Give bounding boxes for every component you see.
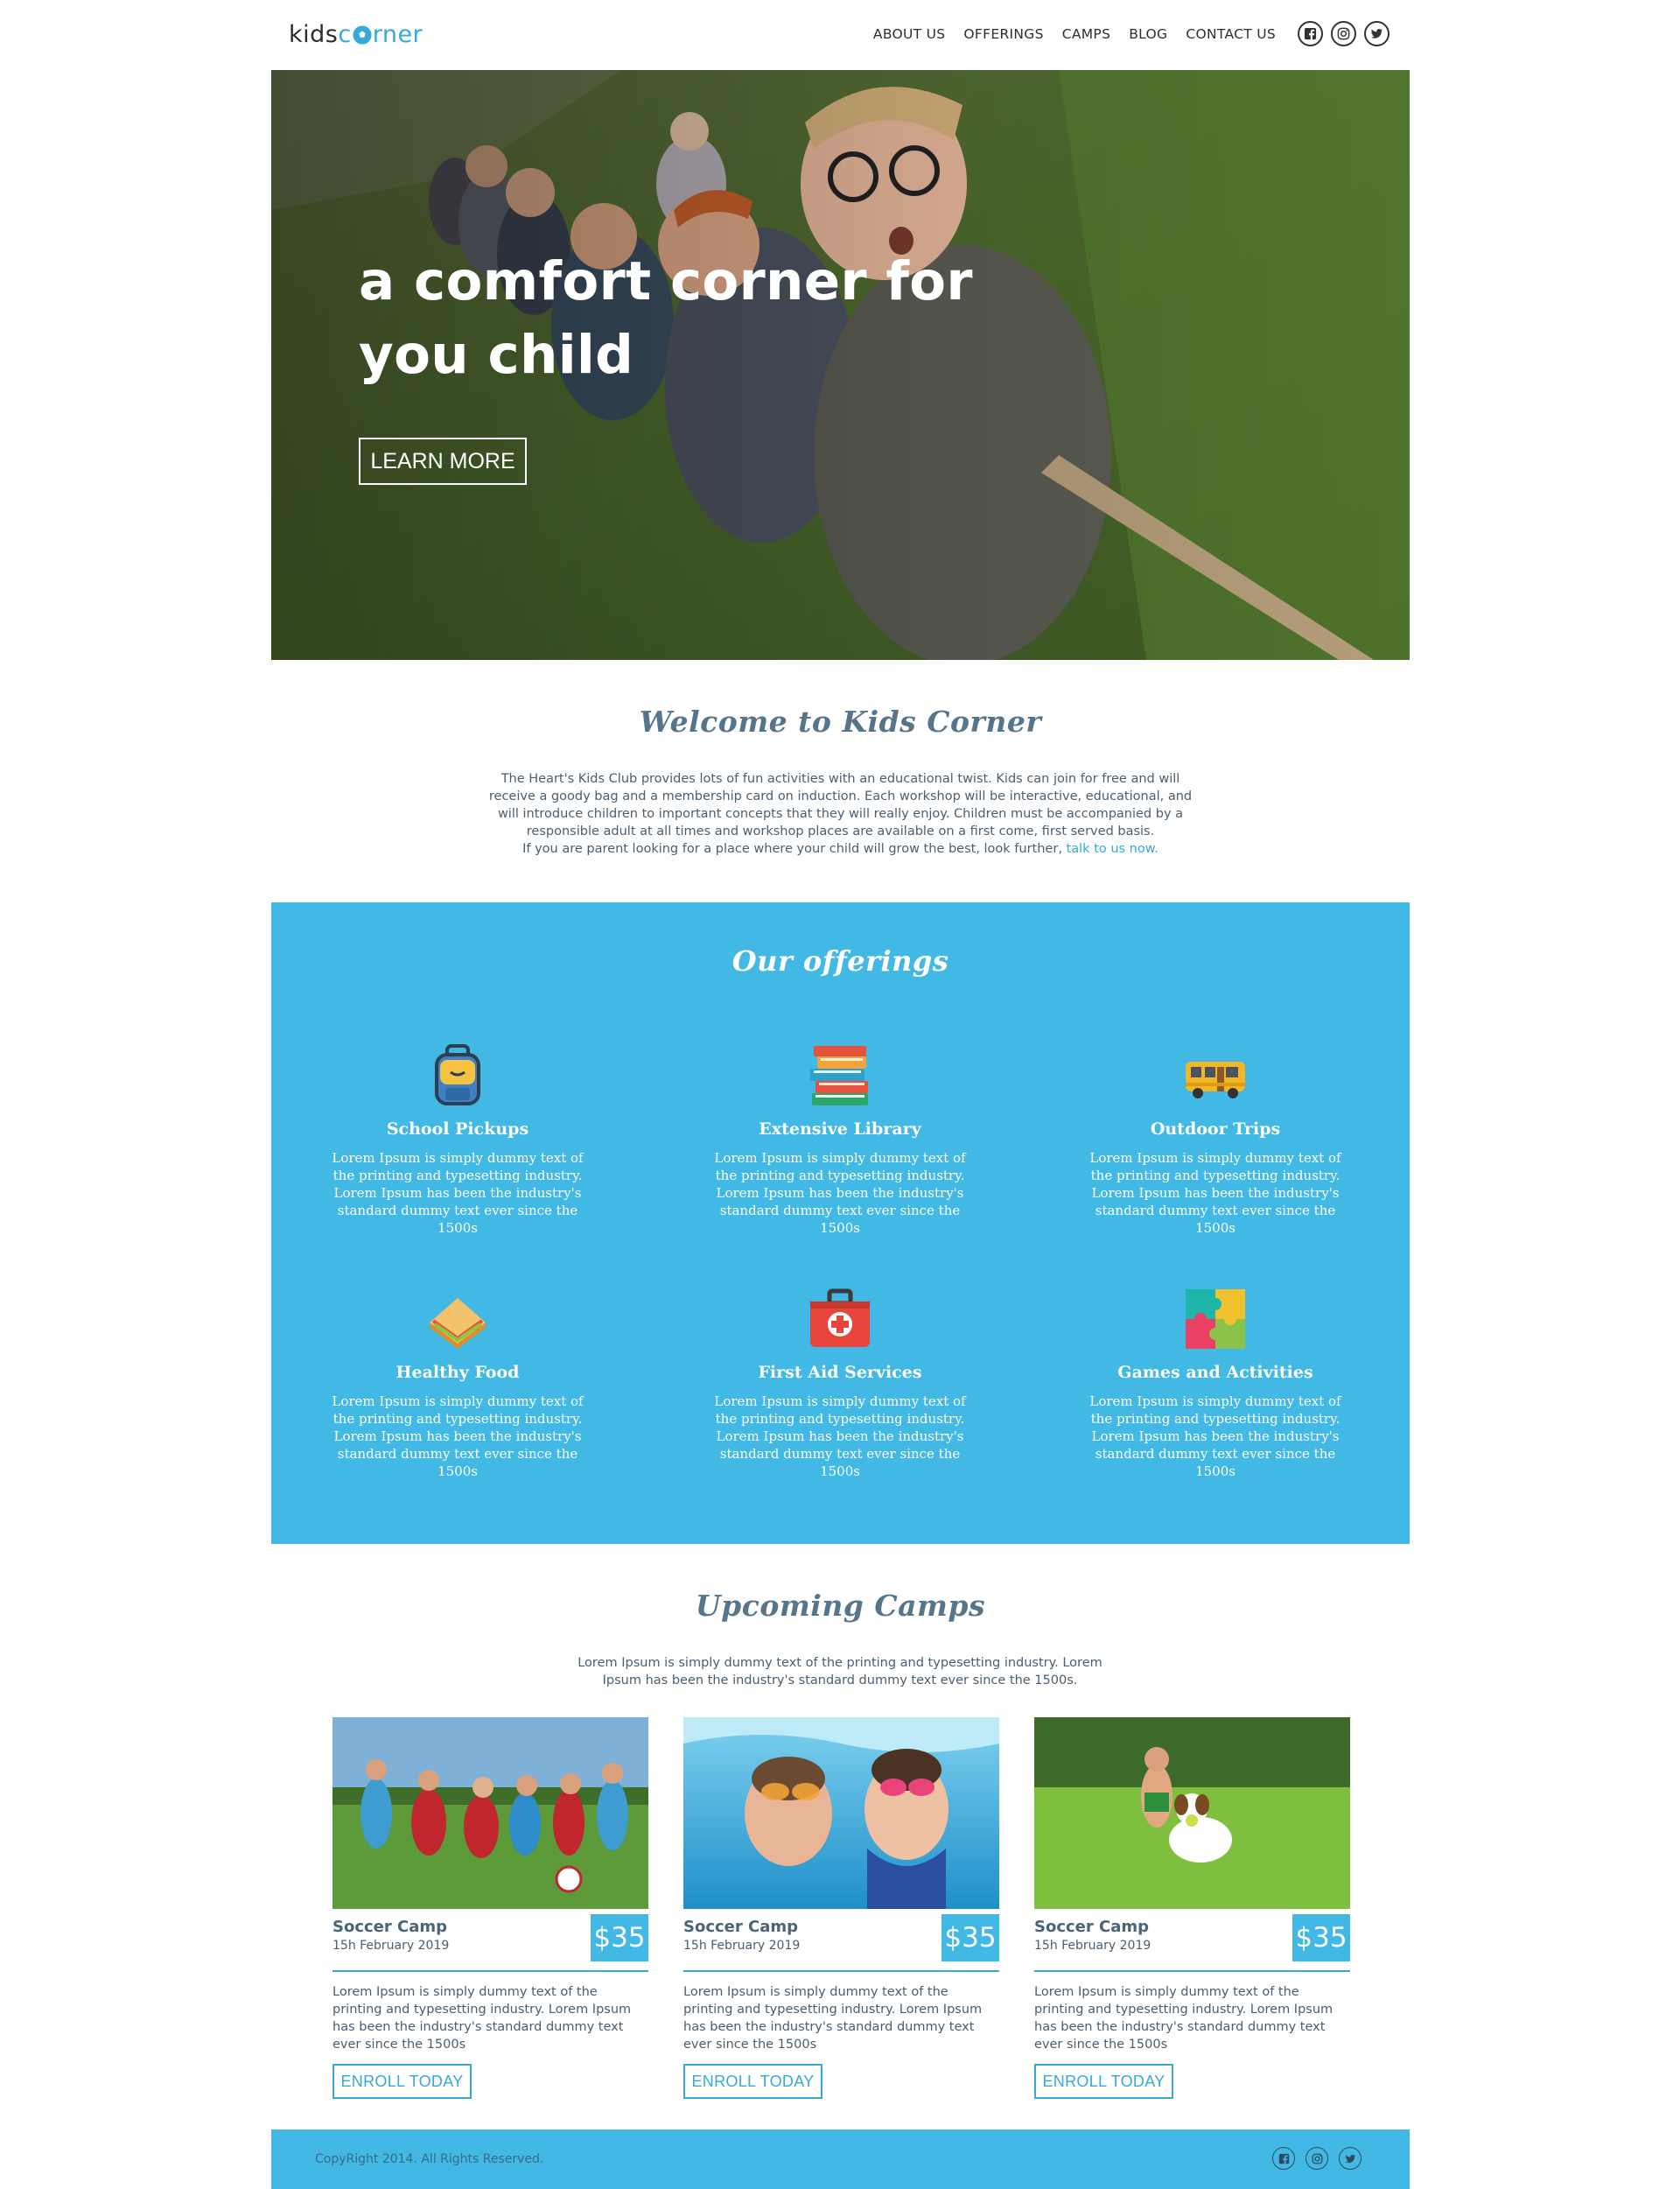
camp-price-badge: $35 [1292, 1914, 1350, 1961]
camp-price-badge: $35 [591, 1914, 648, 1961]
camp-desc: Lorem Ipsum is simply dummy text of the … [1034, 1985, 1334, 2052]
welcome-paragraph: The Heart's Kids Club provides lots of f… [488, 772, 1193, 838]
camp-name: Soccer Camp [683, 1918, 799, 1936]
offerings-section: Our offerings School Pickups Lorem Ipsum… [271, 902, 1410, 1544]
camps-subtitle: Lorem Ipsum is simply dummy text of the … [578, 1656, 1102, 1687]
sandwich-icon [430, 1298, 486, 1349]
twitter-icon[interactable] [1364, 21, 1390, 46]
instagram-icon[interactable] [1306, 2147, 1328, 2170]
welcome-cta-text: If you are parent looking for a place wh… [522, 842, 1062, 856]
welcome-text: The Heart's Kids Club provides lots of f… [486, 770, 1195, 858]
offering-name: Games and Activities [1117, 1363, 1313, 1382]
offering-extensive-library: Extensive Library Lorem Ipsum is simply … [700, 1042, 980, 1237]
enroll-today-button[interactable]: ENROLL TODAY [683, 2064, 822, 2099]
offering-first-aid-services: First Aid Services Lorem Ipsum is simply… [700, 1286, 980, 1480]
twitter-icon[interactable] [1339, 2147, 1362, 2170]
offering-outdoor-trips: Outdoor Trips Lorem Ipsum is simply dumm… [1075, 1042, 1355, 1237]
camp-photo-soccer[interactable] [332, 1717, 648, 1909]
camp-desc: Lorem Ipsum is simply dummy text of the … [332, 1985, 632, 2052]
camp-card: Soccer Camp 15h February 2019 $35 Lorem … [1034, 1717, 1350, 2099]
nav-offerings[interactable]: OFFERINGS [963, 26, 1043, 42]
offering-name: School Pickups [386, 1119, 529, 1139]
facebook-icon[interactable] [1272, 2147, 1295, 2170]
enroll-today-button[interactable]: ENROLL TODAY [1034, 2064, 1173, 2099]
offering-name: Outdoor Trips [1150, 1119, 1281, 1139]
camp-date: 15h February 2019 [1034, 1939, 1152, 1953]
camp-card-header: Soccer Camp 15h February 2019 $35 [1034, 1909, 1350, 1972]
camp-price-badge: $35 [942, 1914, 999, 1961]
camp-photo-swimming[interactable] [683, 1717, 999, 1909]
puzzle-icon [1186, 1289, 1245, 1349]
offering-desc: Lorem Ipsum is simply dummy text of the … [332, 1393, 584, 1479]
offering-games-and-activities: Games and Activities Lorem Ipsum is simp… [1075, 1286, 1355, 1480]
logo-text-c: c [338, 21, 352, 48]
books-icon [810, 1046, 868, 1105]
hero-title: a comfort corner for you child [359, 250, 973, 386]
facebook-icon[interactable] [1298, 21, 1323, 46]
nav-blog[interactable]: BLOG [1129, 26, 1167, 42]
offering-desc: Lorem Ipsum is simply dummy text of the … [1089, 1393, 1341, 1479]
soccer-ball-icon [353, 25, 372, 45]
offering-desc: Lorem Ipsum is simply dummy text of the … [714, 1393, 966, 1479]
nav-contact-us[interactable]: CONTACT US [1186, 26, 1276, 42]
offering-desc: Lorem Ipsum is simply dummy text of the … [1089, 1150, 1341, 1236]
copyright-text: CopyRight 2014. All Rights Reserved. [315, 2152, 544, 2166]
enroll-today-button[interactable]: ENROLL TODAY [332, 2064, 472, 2099]
offering-healthy-food: Healthy Food Lorem Ipsum is simply dummy… [318, 1286, 598, 1480]
bus-icon [1186, 1062, 1245, 1098]
hero-banner: a comfort corner for you child LEARN MOR… [271, 70, 1410, 660]
camp-photo-boy-with-dog[interactable] [1034, 1717, 1350, 1909]
logo-text-rner: rner [372, 21, 424, 48]
site-logo[interactable]: kids c rner [289, 21, 423, 48]
welcome-title: Welcome to Kids Corner [639, 705, 1042, 739]
camp-desc: Lorem Ipsum is simply dummy text of the … [683, 1985, 983, 2052]
camp-card-header: Soccer Camp 15h February 2019 $35 [332, 1909, 648, 1972]
talk-to-us-link[interactable]: talk to us now. [1067, 842, 1158, 856]
learn-more-button[interactable]: LEARN MORE [359, 438, 527, 485]
site-header: kids c rner ABOUT US OFFERINGS CAMPS BLOG … [271, 0, 1409, 70]
camps-title: Upcoming Camps [695, 1589, 986, 1623]
logo-text-kids: kids [289, 21, 339, 48]
offering-school-pickups: School Pickups Lorem Ipsum is simply dum… [318, 1042, 598, 1237]
camp-date: 15h February 2019 [683, 1939, 801, 1953]
camp-card: Soccer Camp 15h February 2019 $35 Lorem … [683, 1717, 999, 2099]
offering-desc: Lorem Ipsum is simply dummy text of the … [332, 1150, 584, 1236]
offering-name: Healthy Food [396, 1363, 520, 1382]
backpack-icon [435, 1044, 480, 1105]
first-aid-kit-icon [810, 1288, 870, 1347]
offering-desc: Lorem Ipsum is simply dummy text of the … [714, 1150, 966, 1236]
camp-card: Soccer Camp 15h February 2019 $35 Lorem … [332, 1717, 648, 2099]
offerings-title: Our offerings [732, 944, 949, 978]
site-footer: CopyRight 2014. All Rights Reserved. [271, 2129, 1410, 2189]
camp-date: 15h February 2019 [332, 1939, 450, 1953]
nav-camps[interactable]: CAMPS [1062, 26, 1111, 42]
camp-name: Soccer Camp [332, 1918, 448, 1936]
header-social-links [1290, 21, 1390, 46]
nav-about-us[interactable]: ABOUT US [873, 26, 946, 42]
main-nav: ABOUT US OFFERINGS CAMPS BLOG CONTACT US [855, 21, 1390, 46]
camp-name: Soccer Camp [1034, 1918, 1150, 1936]
offering-name: Extensive Library [759, 1119, 921, 1139]
footer-social-links [1262, 2147, 1362, 2170]
instagram-icon[interactable] [1331, 21, 1356, 46]
offering-name: First Aid Services [758, 1363, 922, 1382]
camp-card-header: Soccer Camp 15h February 2019 $35 [683, 1909, 999, 1972]
